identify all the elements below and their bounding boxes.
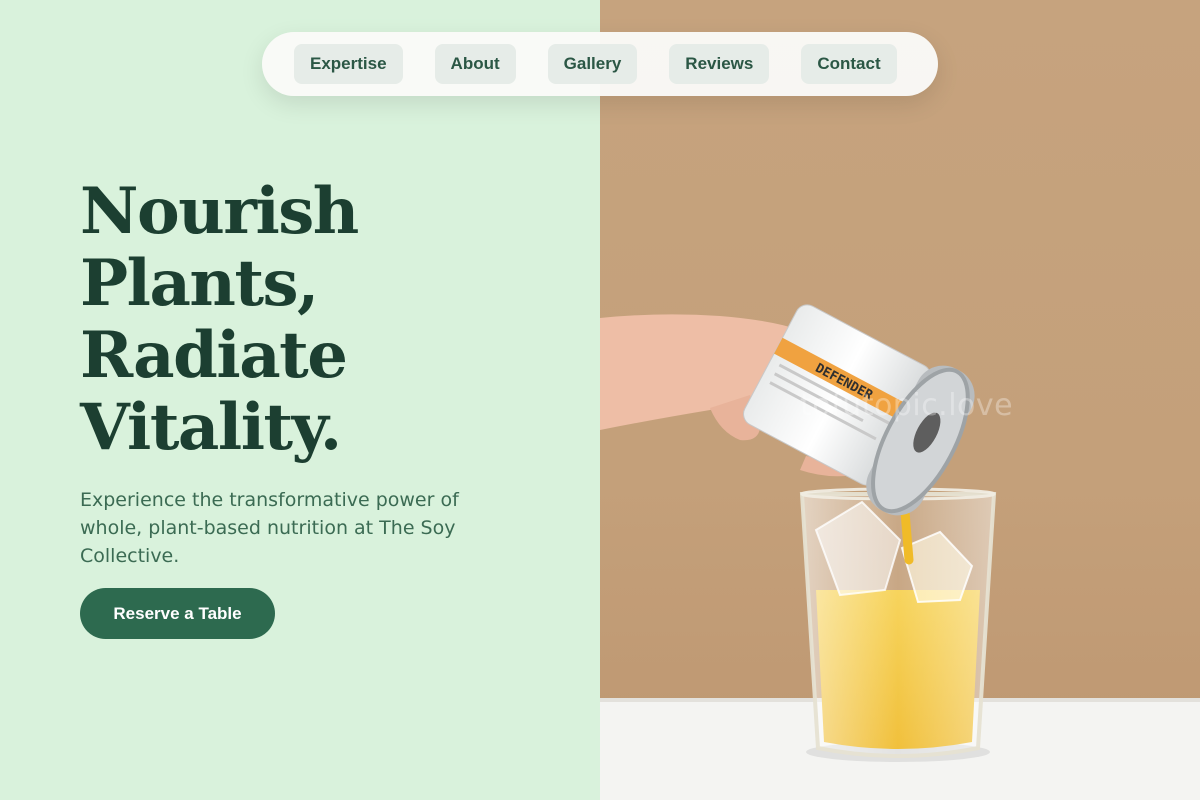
nav-gallery[interactable]: Gallery <box>547 44 638 84</box>
watermark: tofutopic.love <box>800 388 1014 423</box>
hero-title: Nourish Plants, Radiate Vitality. <box>80 176 560 464</box>
hero-title-line-4: Vitality. <box>80 390 342 465</box>
hero-photo: DEFENDER tofutopic.love <box>600 0 1200 800</box>
nav-about[interactable]: About <box>434 44 516 84</box>
nav-expertise[interactable]: Expertise <box>294 44 403 84</box>
hero-title-line-2: Plants, <box>80 246 319 321</box>
hero-subtitle: Experience the transformative power of w… <box>80 489 459 567</box>
nav-reviews[interactable]: Reviews <box>669 44 770 84</box>
reserve-table-button[interactable]: Reserve a Table <box>80 588 275 639</box>
glass <box>799 492 997 758</box>
top-nav: Expertise About Gallery Reviews Contact <box>262 32 938 96</box>
hero-title-line-3: Radiate <box>80 318 348 393</box>
nav-contact[interactable]: Contact <box>801 44 897 84</box>
hero-title-line-1: Nourish <box>80 174 359 249</box>
